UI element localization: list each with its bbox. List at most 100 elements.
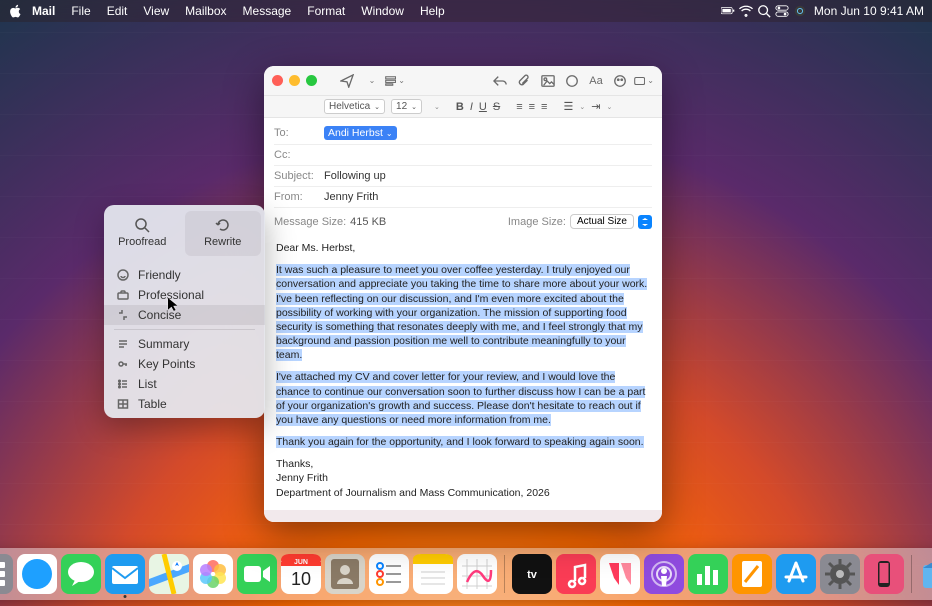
list-button[interactable]: ☰ [563, 100, 573, 113]
dock-photos[interactable] [192, 553, 234, 595]
format-bar: Helvetica⌄ 12⌄ ⌄ B I U S ≡ ≡ ≡ ☰ ⌄ ⇥ ⌄ [264, 96, 662, 118]
dock-reminders[interactable] [368, 553, 410, 595]
briefcase-icon [116, 289, 130, 301]
dock-safari[interactable] [16, 553, 58, 595]
rewrite-button[interactable]: Rewrite [185, 211, 262, 256]
close-button[interactable] [272, 75, 283, 86]
control-center-icon[interactable] [772, 4, 790, 19]
dock-pages[interactable] [731, 553, 773, 595]
window-controls [272, 75, 317, 86]
app-name-menu[interactable]: Mail [24, 4, 63, 18]
key-icon [116, 358, 130, 370]
image-size-select[interactable]: Actual Size [570, 214, 634, 229]
writing-tools-button[interactable] [562, 72, 582, 90]
format-button[interactable]: Aa [586, 72, 606, 90]
menu-mailbox[interactable]: Mailbox [177, 4, 234, 18]
body-paragraph-3: Thank you again for the opportunity, and… [276, 436, 644, 448]
writing-tools-popover: Proofread Rewrite Friendly Professional … [104, 205, 265, 418]
message-headers: To: Andi Herbst⌄ Cc: Subject: Following … [264, 118, 662, 235]
tone-concise[interactable]: Concise [104, 305, 265, 325]
align-center-button[interactable]: ≡ [529, 101, 535, 113]
dock-news[interactable] [599, 553, 641, 595]
dock-calendar[interactable]: JUN10 [280, 553, 322, 595]
bullet-list-icon [116, 378, 130, 390]
image-size-dropdown-icon[interactable] [638, 215, 652, 229]
format-keypoints[interactable]: Key Points [104, 354, 265, 374]
indent-button[interactable]: ⇥ [591, 100, 600, 113]
italic-button[interactable]: I [470, 101, 473, 113]
menu-clock[interactable]: Mon Jun 10 9:41 AM [808, 4, 924, 18]
siri-icon[interactable] [790, 4, 808, 19]
tone-friendly[interactable]: Friendly [104, 265, 265, 285]
apple-menu[interactable] [8, 4, 24, 19]
message-size-label: Message Size: [274, 216, 346, 228]
recipient-token[interactable]: Andi Herbst⌄ [324, 126, 397, 140]
arrows-in-icon [116, 309, 130, 321]
search-icon[interactable] [754, 4, 772, 19]
attachment-name-1: JENNY [276, 520, 386, 522]
menu-help[interactable]: Help [412, 4, 453, 18]
dock-tv[interactable]: tv [511, 553, 553, 595]
dock-settings[interactable] [819, 553, 861, 595]
format-table[interactable]: Table [104, 394, 265, 414]
dock-freeform[interactable] [456, 553, 498, 595]
dock-mail[interactable] [104, 553, 146, 595]
menu-edit[interactable]: Edit [99, 4, 136, 18]
signature-line-2: Jenny Frith [276, 471, 650, 485]
dock-facetime[interactable] [236, 553, 278, 595]
from-field[interactable]: Jenny Frith [324, 191, 652, 203]
photo-browser-button[interactable] [538, 72, 558, 90]
battery-icon[interactable] [718, 4, 736, 19]
dock-podcasts[interactable] [643, 553, 685, 595]
link-button[interactable]: ⌄ [634, 72, 654, 90]
send-button[interactable] [337, 72, 357, 90]
dock-iphone-mirroring[interactable] [863, 553, 905, 595]
dock-appstore[interactable] [775, 553, 817, 595]
dock-music[interactable] [555, 553, 597, 595]
message-body[interactable]: Dear Ms. Herbst, It was such a pleasure … [264, 235, 662, 522]
subject-label: Subject: [274, 170, 324, 182]
subject-field[interactable]: Following up [324, 170, 652, 182]
strikethrough-button[interactable]: S [493, 101, 500, 113]
font-family-select[interactable]: Helvetica⌄ [324, 99, 385, 114]
dock-launchpad[interactable] [0, 553, 14, 595]
dock-separator [504, 555, 505, 593]
tone-professional[interactable]: Professional [104, 285, 265, 305]
dock-contacts[interactable] [324, 553, 366, 595]
menu-view[interactable]: View [135, 4, 177, 18]
wifi-icon[interactable] [736, 4, 754, 19]
format-list[interactable]: List [104, 374, 265, 394]
dock-downloads[interactable] [918, 553, 932, 595]
zoom-button[interactable] [306, 75, 317, 86]
attachment-bio: I am a third-year student undergraduate … [404, 520, 650, 522]
menu-file[interactable]: File [63, 4, 98, 18]
underline-button[interactable]: U [479, 101, 487, 113]
align-left-button[interactable]: ≡ [516, 101, 522, 113]
dock-messages[interactable] [60, 553, 102, 595]
svg-text:tv: tv [527, 569, 538, 581]
dock-numbers[interactable] [687, 553, 729, 595]
compose-window: ⌄ ⌄ Aa ⌄ Helvetica⌄ 12⌄ ⌄ B I U S ≡ ≡ ≡ … [264, 66, 662, 522]
image-size-label: Image Size: [508, 216, 566, 228]
header-fields-button[interactable]: ⌄ [385, 72, 405, 90]
bold-button[interactable]: B [456, 101, 464, 113]
reply-button[interactable] [490, 72, 510, 90]
attachment-preview[interactable]: JENNY FRITH I am a third-year student un… [264, 510, 662, 522]
body-greeting: Dear Ms. Herbst, [276, 241, 650, 255]
attach-button[interactable] [514, 72, 534, 90]
dock-maps[interactable] [148, 553, 190, 595]
proofread-button[interactable]: Proofread [104, 211, 181, 256]
mouse-cursor [168, 298, 182, 317]
dock-notes[interactable] [412, 553, 454, 595]
send-later-button[interactable]: ⌄ [361, 72, 381, 90]
font-size-select[interactable]: 12⌄ [391, 99, 422, 114]
menu-format[interactable]: Format [299, 4, 353, 18]
to-field[interactable]: Andi Herbst⌄ [324, 126, 652, 140]
emoji-button[interactable] [610, 72, 630, 90]
format-summary[interactable]: Summary [104, 334, 265, 354]
align-right-button[interactable]: ≡ [541, 101, 547, 113]
dock-separator [911, 555, 912, 593]
minimize-button[interactable] [289, 75, 300, 86]
menu-window[interactable]: Window [353, 4, 412, 18]
menu-message[interactable]: Message [235, 4, 300, 18]
